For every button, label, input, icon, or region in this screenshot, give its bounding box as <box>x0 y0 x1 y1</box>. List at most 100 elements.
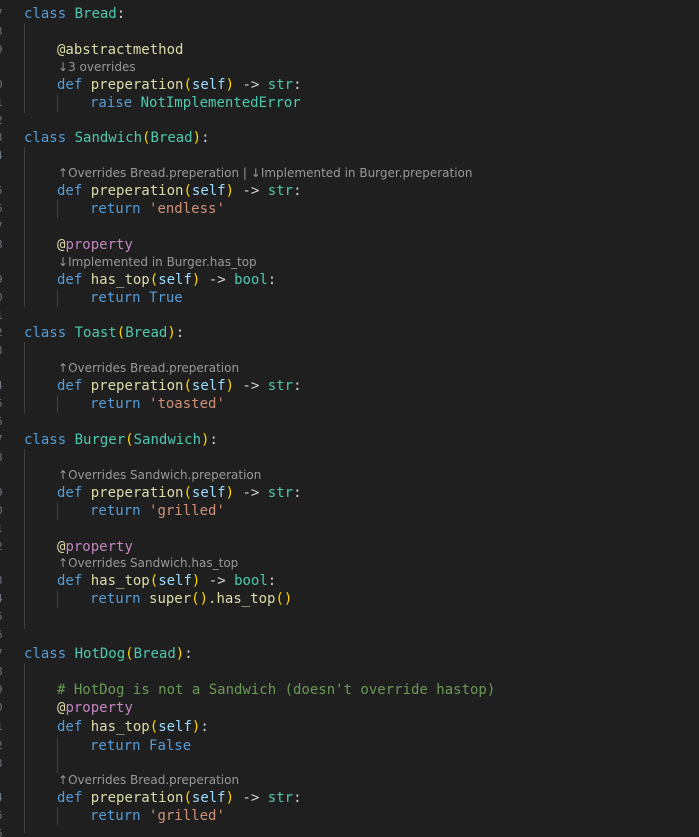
indent-guide <box>57 94 58 112</box>
return-type: bool <box>234 573 268 589</box>
code-line-return[interactable]: return 'grilled' <box>90 807 225 825</box>
keyword: def <box>57 272 83 288</box>
line-number: 9 <box>0 271 6 289</box>
code-line-def[interactable]: def preperation(self) -> str: <box>57 484 302 502</box>
keyword: def <box>57 77 83 93</box>
code-line-decorator[interactable]: @property <box>57 699 133 717</box>
line-number: 1 <box>0 94 6 112</box>
function-name: has_top <box>90 573 150 589</box>
code-line-raise[interactable]: raise NotImplementedError <box>90 94 301 112</box>
param: self <box>191 378 226 394</box>
return-type: str <box>267 790 294 806</box>
code-line-decorator[interactable]: @property <box>57 538 133 556</box>
down-arrow-icon: ↓ <box>250 166 261 180</box>
line-number: 3 <box>0 572 6 590</box>
code-line-class-hotdog[interactable]: class HotDog(Bread): <box>24 645 193 663</box>
code-line-class-toast[interactable]: class Toast(Bread): <box>24 324 184 342</box>
up-arrow-icon: ↑ <box>58 773 69 787</box>
codelens-implemented[interactable]: ↓Implemented in Burger.has_top <box>58 255 257 269</box>
keyword: raise <box>90 95 133 111</box>
decorator: @abstractmethod <box>57 42 184 58</box>
line-number: 6 <box>0 825 6 837</box>
code-line-comment[interactable]: # HotDog is not a Sandwich (doesn't over… <box>57 681 495 699</box>
string-literal: 'grilled' <box>149 808 225 824</box>
arrow: -> <box>208 272 226 288</box>
line-number: 7 <box>0 218 6 236</box>
keyword: return <box>90 591 141 607</box>
indent-guide <box>57 289 58 307</box>
line-number: 4 <box>0 789 6 807</box>
param: self <box>191 485 226 501</box>
arrow: -> <box>242 77 260 93</box>
codelens-overrides[interactable]: ↑Overrides Bread.preperation <box>58 361 239 375</box>
code-line-return[interactable]: return True <box>90 289 183 307</box>
function-name: preperation <box>90 183 184 199</box>
code-line-return[interactable]: return False <box>90 737 191 755</box>
codelens-text: Implemented in Burger.has_top <box>68 255 257 269</box>
line-number: 3 <box>0 342 6 360</box>
attribute-call: .has_top <box>208 591 276 607</box>
base-class: Bread <box>125 325 168 341</box>
code-line-return[interactable]: return 'toasted' <box>90 395 225 413</box>
comment: # HotDog is not a Sandwich (doesn't over… <box>57 682 496 698</box>
function-name: has_top <box>90 719 150 735</box>
keyword: class <box>24 432 67 448</box>
code-line-def[interactable]: def preperation(self) -> str: <box>57 182 302 200</box>
line-number: 7 <box>0 645 6 663</box>
code-line-def[interactable]: def preperation(self) -> str: <box>57 377 302 395</box>
keyword: return <box>90 201 141 217</box>
code-line-decorator[interactable]: @property <box>57 236 133 254</box>
function-name: preperation <box>90 378 184 394</box>
code-line-return[interactable]: return 'endless' <box>90 200 225 218</box>
codelens-text: Overrides Bread.preperation <box>68 361 240 375</box>
line-number: 1 <box>0 718 6 736</box>
line-number: 4 <box>0 590 6 608</box>
codelens-text: 3 overrides <box>68 60 136 74</box>
codelens-overrides[interactable]: ↑Overrides Bread.preperation | ↓Implemen… <box>58 166 473 180</box>
keyword: return <box>90 808 141 824</box>
line-number: 2 <box>0 538 6 556</box>
code-line-def[interactable]: def preperation(self) -> str: <box>57 76 302 94</box>
constant: False <box>149 738 192 754</box>
indent-guide <box>57 807 58 825</box>
line-number: 1 <box>0 520 6 538</box>
line-number: 7 <box>0 5 6 23</box>
base-class: Bread <box>133 646 176 662</box>
code-line-decorator[interactable]: @abstractmethod <box>57 41 183 59</box>
string-literal: 'endless' <box>149 201 225 217</box>
decorator-name: property <box>65 700 133 716</box>
codelens-text: Overrides Sandwich.has_top <box>68 556 239 570</box>
line-number: 6 <box>0 413 6 431</box>
line-number: 2 <box>0 737 6 755</box>
codelens-overrides[interactable]: ↑Overrides Sandwich.preperation <box>58 468 261 482</box>
down-arrow-icon: ↓ <box>58 60 69 74</box>
code-line-return[interactable]: return super().has_top() <box>90 590 292 608</box>
indent-guide <box>57 395 58 413</box>
code-line-class-bread[interactable]: class Bread: <box>24 5 125 23</box>
param: self <box>158 719 192 735</box>
return-type: bool <box>234 272 268 288</box>
string-literal: 'toasted' <box>149 396 225 412</box>
keyword: def <box>57 485 83 501</box>
codelens-overrides[interactable]: ↓3 overrides <box>58 60 136 74</box>
codelens-text: Overrides Bread.preperation <box>68 166 240 180</box>
code-editor[interactable]: 7 3 9 0 1 2 3 4 5 6 7 8 9 0 1 2 3 4 5 6 … <box>0 0 699 837</box>
code-line-def[interactable]: def preperation(self) -> str: <box>57 789 302 807</box>
class-name: Bread <box>74 6 117 22</box>
param: self <box>191 790 226 806</box>
code-line-def[interactable]: def has_top(self) -> bool: <box>57 572 276 590</box>
line-number: 4 <box>0 147 6 165</box>
code-line-class-sandwich[interactable]: class Sandwich(Bread): <box>24 129 210 147</box>
code-line-def[interactable]: def has_top(self): <box>57 718 209 736</box>
code-line-return[interactable]: return 'grilled' <box>90 502 225 520</box>
code-line-class-burger[interactable]: class Burger(Sandwich): <box>24 431 218 449</box>
line-number: 9 <box>0 484 6 502</box>
keyword: return <box>90 290 141 306</box>
decorator-name: property <box>65 539 133 555</box>
code-line-def[interactable]: def has_top(self) -> bool: <box>57 271 276 289</box>
param: self <box>158 573 192 589</box>
codelens-overrides[interactable]: ↑Overrides Sandwich.has_top <box>58 556 238 570</box>
keyword: class <box>24 6 67 22</box>
codelens-text: Overrides Sandwich.preperation <box>68 468 262 482</box>
codelens-overrides[interactable]: ↑Overrides Bread.preperation <box>58 773 239 787</box>
